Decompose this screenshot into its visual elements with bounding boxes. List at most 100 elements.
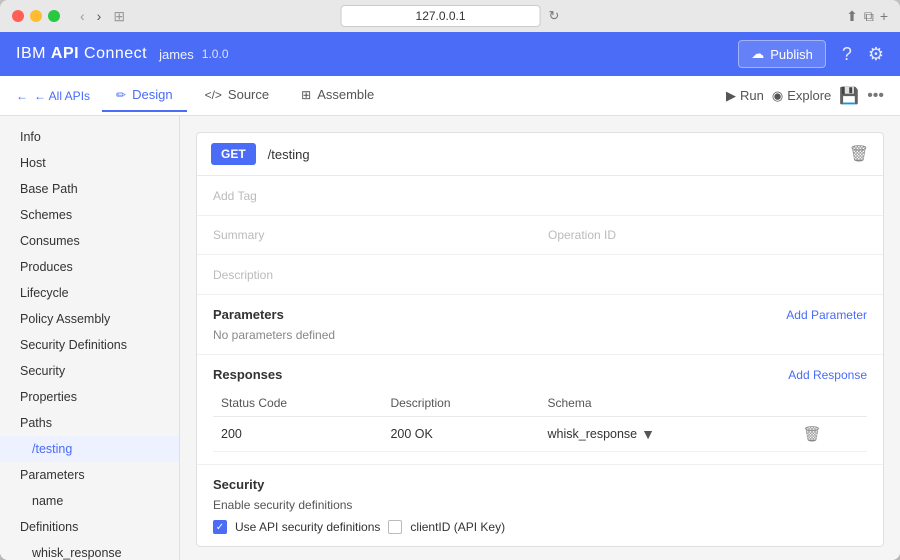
table-row: 200 200 OK whisk_response ▼ 🗑 [213, 417, 867, 452]
col-status-code: Status Code [213, 390, 382, 417]
pencil-icon: ✏ [116, 88, 126, 102]
sidebar-item-produces[interactable]: Produces [0, 254, 179, 280]
use-api-security-label: Use API security definitions [235, 520, 380, 534]
header-actions: ☁ Publish ? ⚙ [738, 40, 884, 68]
sidebar-item-lifecycle[interactable]: Lifecycle [0, 280, 179, 306]
minimize-button[interactable] [30, 10, 42, 22]
app-window: ‹ › ⊞ 127.0.0.1 ↻ ⬆ ⧉ + IBM API Connect … [0, 0, 900, 560]
address-bar[interactable]: 127.0.0.1 [341, 5, 541, 27]
operation-id-field: Operation ID [548, 228, 867, 242]
add-parameter-link[interactable]: Add Parameter [786, 308, 867, 322]
tab-design[interactable]: ✏ Design [102, 79, 187, 112]
summary-section: Summary Operation ID [197, 216, 883, 255]
summary-field: Summary [213, 228, 532, 242]
app-header: IBM API Connect james 1.0.0 ☁ Publish ? … [0, 32, 900, 76]
publish-button[interactable]: ☁ Publish [738, 40, 826, 68]
client-id-label: clientID (API Key) [410, 520, 505, 534]
add-tab-icon[interactable]: + [880, 8, 888, 25]
add-response-link[interactable]: Add Response [788, 368, 867, 382]
security-subtitle: Enable security definitions [213, 498, 867, 512]
sidebar-item-schemes[interactable]: Schemes [0, 202, 179, 228]
responses-title: Responses [213, 367, 282, 382]
sidebar-item-host[interactable]: Host [0, 150, 179, 176]
app-version: 1.0.0 [202, 47, 229, 61]
operation-id-label: Operation ID [548, 228, 867, 242]
description-placeholder[interactable]: Description [213, 268, 273, 282]
compass-icon: ◉ [772, 88, 783, 104]
sidebar-item-paths[interactable]: Paths [0, 410, 179, 436]
sidebar-item-name[interactable]: name [0, 488, 179, 514]
explore-button[interactable]: ◉ Explore [772, 88, 831, 104]
layout-icon: ⊞ [113, 8, 125, 25]
run-button[interactable]: ▶ Run [726, 88, 764, 104]
response-status-code: 200 [213, 417, 382, 452]
reload-icon[interactable]: ↻ [549, 8, 560, 24]
title-bar-actions: ⬆ ⧉ + [846, 8, 888, 25]
all-apis-link[interactable]: ← ← All APIs [16, 89, 90, 103]
parameters-title: Parameters [213, 307, 284, 322]
responses-section: Responses Add Response Status Code Descr… [197, 355, 883, 465]
close-button[interactable] [12, 10, 24, 22]
tab-left: ← ← All APIs ✏ Design </> Source ⊞ Assem… [16, 79, 388, 112]
more-actions-icon[interactable]: ••• [867, 87, 884, 105]
address-bar-area: 127.0.0.1 ↻ [341, 5, 560, 27]
parameters-header: Parameters Add Parameter [213, 307, 867, 322]
sidebar-item-whisk-response[interactable]: whisk_response [0, 540, 179, 560]
security-header: Security [213, 477, 867, 492]
traffic-lights [12, 10, 60, 22]
sidebar-item-definitions[interactable]: Definitions [0, 514, 179, 540]
use-api-security-checkbox[interactable] [213, 520, 227, 534]
sidebar-item-properties[interactable]: Properties [0, 384, 179, 410]
col-schema: Schema [540, 390, 795, 417]
sidebar: Info Host Base Path Schemes Consumes Pro… [0, 116, 180, 560]
responses-header: Responses Add Response [213, 367, 867, 382]
schema-select[interactable]: whisk_response ▼ [548, 426, 787, 442]
sidebar-item-policy-assembly[interactable]: Policy Assembly [0, 306, 179, 332]
dropdown-icon: ▼ [641, 426, 655, 442]
response-schema: whisk_response ▼ [540, 417, 795, 452]
client-id-checkbox[interactable] [388, 520, 402, 534]
code-icon: </> [205, 88, 222, 102]
security-checkboxes: Use API security definitions clientID (A… [213, 520, 867, 534]
settings-icon[interactable]: ⚙ [868, 44, 884, 65]
delete-response-icon[interactable]: 🗑 [803, 426, 822, 443]
parameters-section: Parameters Add Parameter No parameters d… [197, 295, 883, 355]
share-icon[interactable]: ⬆ [846, 8, 858, 25]
tab-source[interactable]: </> Source [191, 79, 284, 112]
summary-label: Summary [213, 228, 532, 242]
save-icon[interactable]: 💾 [839, 86, 859, 106]
response-description: 200 OK [382, 417, 539, 452]
security-title: Security [213, 477, 264, 492]
play-icon: ▶ [726, 88, 736, 104]
sidebar-item-security[interactable]: Security [0, 358, 179, 384]
maximize-button[interactable] [48, 10, 60, 22]
cloud-upload-icon: ☁ [751, 46, 764, 62]
title-bar: ‹ › ⊞ 127.0.0.1 ↻ ⬆ ⧉ + [0, 0, 900, 32]
sidebar-item-security-definitions[interactable]: Security Definitions [0, 332, 179, 358]
help-icon[interactable]: ? [842, 44, 852, 65]
security-section: Security Enable security definitions Use… [197, 465, 883, 546]
add-tag-placeholder[interactable]: Add Tag [213, 189, 257, 203]
api-card: GET /testing 🗑 Add Tag Summary Oper [196, 132, 884, 547]
method-header: GET /testing 🗑 [197, 133, 883, 176]
api-path: /testing [268, 147, 849, 162]
tab-right: ▶ Run ◉ Explore 💾 ••• [726, 86, 884, 106]
tab-assemble[interactable]: ⊞ Assemble [287, 79, 388, 112]
back-nav-button[interactable]: ‹ [76, 6, 89, 26]
nav-buttons: ‹ › ⊞ [76, 6, 125, 26]
duplicate-icon[interactable]: ⧉ [864, 8, 874, 25]
method-badge: GET [211, 143, 256, 165]
forward-nav-button[interactable]: › [93, 6, 106, 26]
grid-icon: ⊞ [301, 88, 311, 102]
description-section: Description [197, 255, 883, 295]
sidebar-item-base-path[interactable]: Base Path [0, 176, 179, 202]
sidebar-item-consumes[interactable]: Consumes [0, 228, 179, 254]
sidebar-item-info[interactable]: Info [0, 124, 179, 150]
main-content: Info Host Base Path Schemes Consumes Pro… [0, 116, 900, 560]
sidebar-item-testing[interactable]: /testing [0, 436, 179, 462]
app-user: james [159, 47, 194, 62]
sidebar-item-parameters[interactable]: Parameters [0, 462, 179, 488]
delete-path-icon[interactable]: 🗑 [849, 144, 869, 164]
summary-row: Summary Operation ID [213, 228, 867, 242]
back-arrow-icon: ← [16, 89, 28, 103]
